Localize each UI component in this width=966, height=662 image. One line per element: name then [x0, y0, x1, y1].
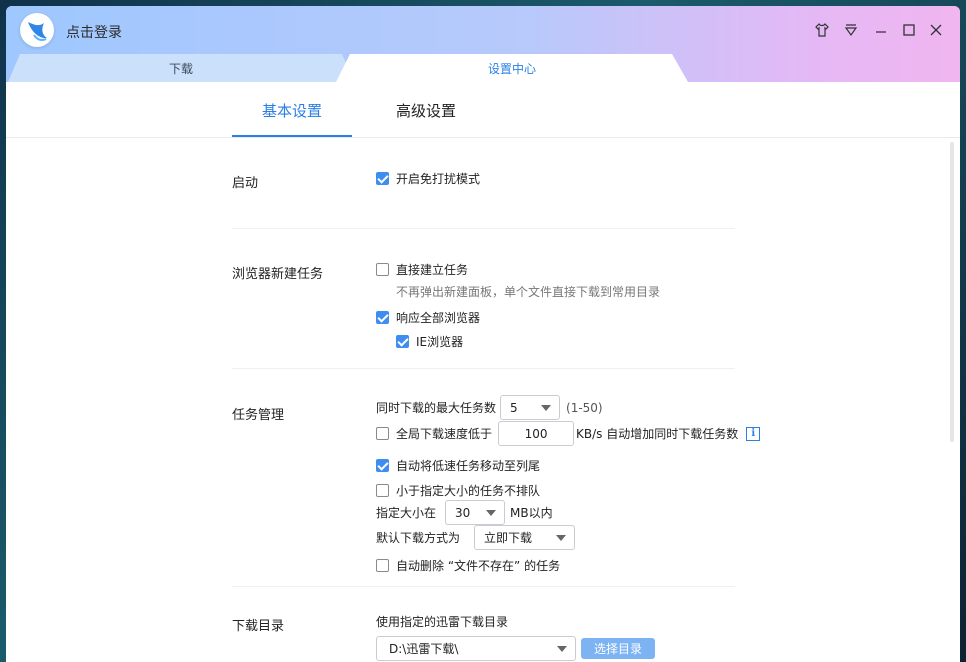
- settings-window: 点击登录 下载 设置中心 基本设置 高级设置 启动 开启免打扰模式 浏览器新建任…: [6, 6, 960, 662]
- info-icon[interactable]: i: [746, 426, 761, 441]
- move-slow-checkbox[interactable]: [376, 459, 389, 472]
- active-tab-indicator: [232, 135, 352, 137]
- max-tasks-value: 5: [510, 400, 518, 415]
- move-slow-option[interactable]: 自动将低速任务移动至列尾: [376, 457, 540, 474]
- section-label-download-dir: 下载目录: [232, 619, 285, 634]
- auto-delete-label: 自动删除 “文件不存在” 的任务: [396, 559, 561, 573]
- respond-all-browsers-checkbox[interactable]: [376, 311, 389, 324]
- divider: [232, 368, 735, 369]
- small-no-queue-label: 小于指定大小的任务不排队: [396, 484, 541, 498]
- settings-content: 基本设置 高级设置 启动 开启免打扰模式 浏览器新建任务 直接建立任务 不再弹出…: [6, 82, 960, 662]
- close-icon[interactable]: [926, 20, 946, 40]
- size-limit-row: 指定大小在 30 MB以内: [376, 500, 553, 525]
- small-no-queue-option[interactable]: 小于指定大小的任务不排队: [376, 482, 540, 499]
- respond-all-browsers-option[interactable]: 响应全部浏览器: [376, 309, 480, 326]
- max-tasks-row: 同时下载的最大任务数 5 (1-50): [376, 395, 603, 420]
- ie-browser-option[interactable]: IE浏览器: [396, 333, 463, 350]
- titlebar: 点击登录 下载 设置中心: [6, 6, 960, 82]
- small-no-queue-checkbox[interactable]: [376, 484, 389, 497]
- default-mode-row: 默认下载方式为 立即下载: [376, 525, 576, 550]
- do-not-disturb-checkbox[interactable]: [376, 172, 389, 185]
- max-tasks-label: 同时下载的最大任务数: [376, 401, 497, 415]
- skin-icon[interactable]: [812, 20, 832, 40]
- tab-settings-center[interactable]: 设置中心: [336, 54, 688, 82]
- size-limit-value: 30: [455, 505, 471, 520]
- use-specified-dir-label: 使用指定的迅雷下载目录: [376, 615, 509, 629]
- chevron-down-icon: [556, 535, 567, 541]
- direct-create-checkbox[interactable]: [376, 263, 389, 276]
- respond-all-browsers-label: 响应全部浏览器: [396, 311, 481, 325]
- minimize-icon[interactable]: [871, 20, 891, 40]
- tab-basic-settings[interactable]: 基本设置: [262, 100, 322, 121]
- size-limit-select[interactable]: 30: [445, 500, 506, 525]
- download-dir-path: D:\迅雷下载\: [389, 642, 459, 656]
- max-tasks-select[interactable]: 5: [500, 395, 561, 420]
- auto-delete-option[interactable]: 自动删除 “文件不存在” 的任务: [376, 557, 560, 574]
- default-mode-select[interactable]: 立即下载: [474, 525, 576, 550]
- section-label-startup: 启动: [232, 176, 259, 191]
- low-speed-suffix: KB/s 自动增加同时下载任务数: [576, 427, 739, 441]
- tab-advanced-settings[interactable]: 高级设置: [396, 100, 456, 121]
- chevron-down-icon: [486, 510, 497, 516]
- section-label-task-management: 任务管理: [232, 408, 285, 423]
- scrollbar[interactable]: [950, 142, 954, 442]
- low-speed-input[interactable]: 100: [498, 421, 575, 446]
- divider: [232, 228, 735, 229]
- ie-browser-checkbox[interactable]: [396, 335, 409, 348]
- low-speed-label: 全局下载速度低于: [396, 427, 493, 441]
- direct-create-label: 直接建立任务: [396, 263, 469, 277]
- auto-delete-checkbox[interactable]: [376, 559, 389, 572]
- low-speed-row: 全局下载速度低于 100 KB/s 自动增加同时下载任务数 i: [376, 421, 761, 446]
- chevron-down-icon: [541, 405, 552, 411]
- direct-create-hint: 不再弹出新建面板，单个文件直接下载到常用目录: [396, 285, 661, 299]
- logo-icon[interactable]: [20, 13, 54, 47]
- maximize-icon[interactable]: [899, 20, 919, 40]
- default-mode-value: 立即下载: [484, 531, 533, 545]
- login-link[interactable]: 点击登录: [66, 22, 122, 42]
- move-slow-label: 自动将低速任务移动至列尾: [396, 459, 541, 473]
- divider: [232, 586, 735, 587]
- size-limit-suffix: MB以内: [510, 506, 553, 520]
- ie-browser-label: IE浏览器: [416, 335, 464, 349]
- do-not-disturb-label: 开启免打扰模式: [396, 172, 481, 186]
- size-limit-label: 指定大小在: [376, 506, 437, 520]
- subtab-bar: 基本设置 高级设置: [6, 82, 960, 138]
- section-label-browser-tasks: 浏览器新建任务: [232, 267, 324, 282]
- default-mode-label: 默认下载方式为: [376, 531, 461, 545]
- tab-download[interactable]: 下载: [8, 54, 354, 82]
- menu-icon[interactable]: [841, 20, 861, 40]
- chevron-down-icon: [557, 646, 567, 652]
- low-speed-checkbox[interactable]: [376, 427, 389, 440]
- do-not-disturb-option[interactable]: 开启免打扰模式: [376, 170, 480, 187]
- download-dir-select[interactable]: D:\迅雷下载\: [376, 636, 576, 661]
- direct-create-option[interactable]: 直接建立任务: [376, 261, 468, 278]
- choose-dir-button[interactable]: 选择目录: [581, 638, 655, 659]
- max-tasks-range: (1-50): [566, 400, 603, 415]
